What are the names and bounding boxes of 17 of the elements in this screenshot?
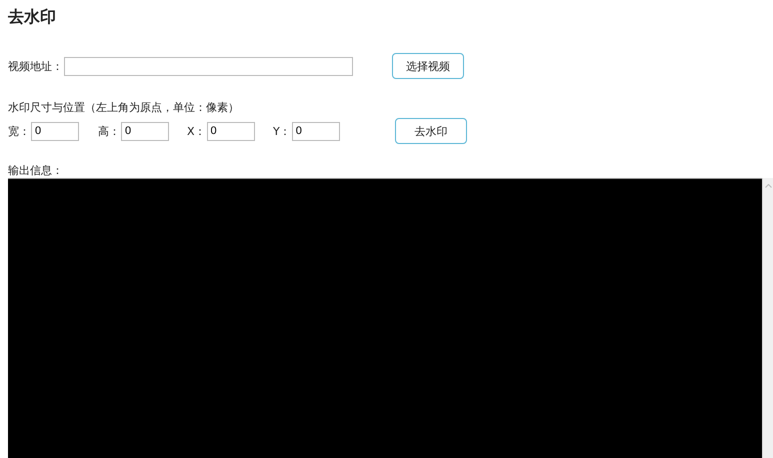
field-label: 高： [98,124,120,138]
page-title: 去水印 [7,6,56,28]
video-path-field[interactable] [64,56,353,76]
number-field[interactable]: 0 [121,122,169,140]
field-label: 视频地址： [8,58,63,74]
number-field[interactable]: 0 [31,122,79,140]
output-label: 输出信息： [8,163,63,178]
select-video-button[interactable]: 选择视频 [392,53,464,79]
scroll-up-icon[interactable] [764,184,772,188]
number-field[interactable]: 0 [206,122,255,140]
remove-watermark-button[interactable]: 去水印 [395,118,467,144]
field-label: 宽： [8,124,30,138]
field-label: Y： [273,124,291,138]
number-field[interactable]: 0 [292,122,340,140]
section-heading: 水印尺寸与位置（左上角为原点，单位：像素） [8,100,239,115]
field-label: X： [187,124,206,138]
scrollbar[interactable] [762,178,773,458]
